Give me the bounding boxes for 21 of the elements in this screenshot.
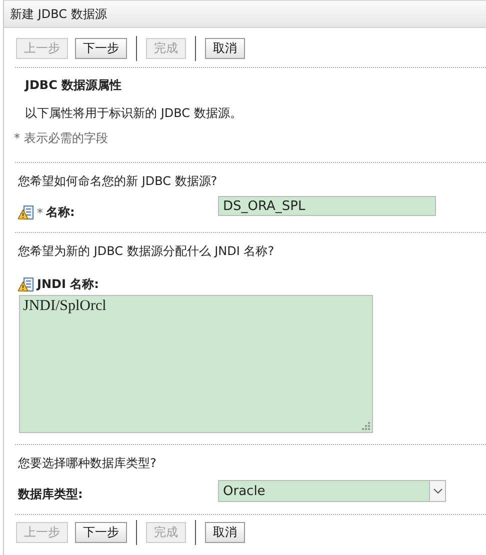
description-text: 以下属性将用于标识新的 JDBC 数据源。 (24, 105, 243, 122)
wizard-button[interactable]: 下一步 (75, 522, 127, 543)
wizard-button[interactable]: 下一步 (75, 38, 127, 59)
question-text: 您要选择哪种数据库类型? (17, 455, 158, 472)
database-type-dropdown[interactable]: Oracle (218, 480, 446, 502)
question-text: 您希望为新的 JDBC 数据源分配什么 JNDI 名称? (17, 243, 276, 260)
field-label: JNDI 名称: (37, 276, 99, 293)
field-label: 名称: (46, 204, 75, 221)
text-area-value: JNDI/SplOrcl (23, 298, 106, 314)
field-label: 数据库类型: (18, 486, 83, 503)
question-text: 您希望如何命名您的新 JDBC 数据源? (17, 173, 218, 190)
required-note: * 表示必需的字段 (13, 130, 109, 147)
window-title: 新建 JDBC 数据源 (10, 6, 107, 22)
jndi-text-area[interactable]: JNDI/SplOrcl (19, 295, 373, 433)
name-input-field[interactable]: DS_ORA_SPL (218, 196, 436, 216)
wizard-button[interactable]: 取消 (205, 522, 245, 543)
section-heading: JDBC 数据源属性 (23, 77, 123, 94)
required-mark: * (37, 206, 43, 220)
wizard-button[interactable]: 取消 (205, 38, 245, 59)
chevron-down-icon (432, 488, 442, 494)
resize-grip-icon[interactable] (361, 421, 370, 430)
